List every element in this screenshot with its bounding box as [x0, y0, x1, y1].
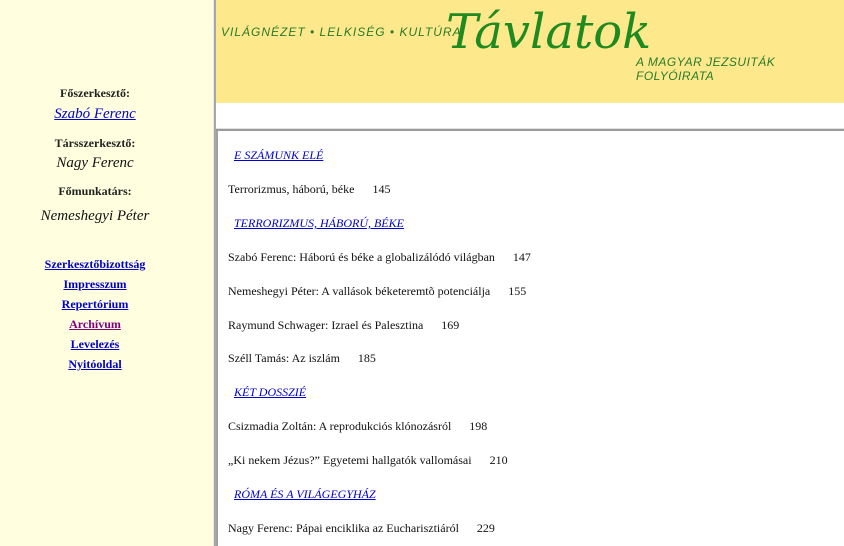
nav-link-repertorium[interactable]: Repertórium: [0, 297, 190, 312]
logo: Távlatok: [446, 4, 652, 60]
nav-link-impresszum[interactable]: Impresszum: [0, 277, 190, 292]
entry-page: 145: [372, 182, 391, 196]
entry-title: Nemeshegyi Péter: A vallások béketeremtõ…: [228, 284, 491, 298]
section-link[interactable]: KÉT DOSSZIÉ: [234, 385, 306, 400]
entry-title: Terrorizmus, háború, béke: [228, 182, 355, 196]
entry-page: 198: [469, 419, 488, 433]
entry-title: „Ki nekem Jézus?” Egyetemi hallgatók val…: [228, 453, 472, 467]
collaborator-name: Nemeshegyi Péter: [40, 208, 150, 224]
section-link[interactable]: E SZÁMUNK ELÉ: [234, 148, 323, 163]
toc-entry: Csizmadia Zoltán: A reprodukciós klónozá…: [228, 419, 487, 434]
toc-entry: Széll Tamás: Az iszlám 185: [228, 351, 376, 366]
toc-entry: „Ki nekem Jézus?” Egyetemi hallgatók val…: [228, 453, 508, 468]
toc-entry: Nagy Ferenc: Pápai enciklika az Eucharis…: [228, 521, 495, 536]
nav-link-levelezes[interactable]: Levelezés: [0, 337, 190, 352]
toc-entry: Raymund Schwager: Izrael és Palesztina 16…: [228, 318, 459, 333]
nav-link-archivum[interactable]: Archívum: [0, 317, 190, 332]
entry-page: 155: [508, 284, 527, 298]
table-of-contents: E SZÁMUNK ELÉ Terrorizmus, háború, béke 1…: [216, 131, 844, 546]
entry-page: 210: [489, 453, 508, 467]
entry-title: Raymund Schwager: Izrael és Palesztina: [228, 318, 424, 332]
editor-name-link[interactable]: Szabó Ferenc: [0, 106, 190, 123]
nav-link-nyitooldal[interactable]: Nyitóoldal: [0, 357, 190, 372]
entry-title: Csizmadia Zoltán: A reprodukciós klónozá…: [228, 419, 452, 433]
entry-title: Nagy Ferenc: Pápai enciklika az Eucharis…: [228, 521, 459, 535]
entry-page: 185: [357, 351, 376, 365]
toc-entry: Szabó Ferenc: Háború és béke a globalizá…: [228, 250, 531, 265]
entry-page: 147: [512, 250, 531, 264]
tagline: VILÁGNÉZET • LELKISÉG • KULTÚRA: [221, 25, 462, 39]
entry-page: 169: [441, 318, 460, 332]
nav-link-editorial-board[interactable]: Szerkesztőbizottság: [0, 257, 190, 272]
collaborator-label: Főmunkatárs:: [58, 184, 132, 198]
entry-page: 229: [476, 521, 495, 535]
subtitle: A MAGYAR JEZSUITÁK FOLYÓIRATA: [636, 55, 776, 83]
entry-title: Széll Tamás: Az iszlám: [228, 351, 340, 365]
section-link[interactable]: RÓMA ÉS A VILÁGEGYHÁZ: [234, 487, 376, 502]
header-banner: VILÁGNÉZET • LELKISÉG • KULTÚRA Távlatok…: [216, 0, 844, 103]
editor-label: Főszerkesztő:: [60, 86, 130, 100]
toc-entry: Nemeshegyi Péter: A vallások béketeremtõ…: [228, 284, 526, 299]
sidebar: Főszerkesztő: Szabó Ferenc Társszerkeszt…: [0, 0, 213, 546]
section-link[interactable]: TERRORIZMUS, HÁBORÚ, BÉKE: [234, 216, 404, 231]
coeditor-name: Nagy Ferenc: [56, 155, 134, 171]
coeditor-label: Társszerkesztő:: [54, 136, 136, 150]
toc-entry: Terrorizmus, háború, béke 145: [228, 182, 390, 197]
entry-title: Szabó Ferenc: Háború és béke a globalizá…: [228, 250, 495, 264]
